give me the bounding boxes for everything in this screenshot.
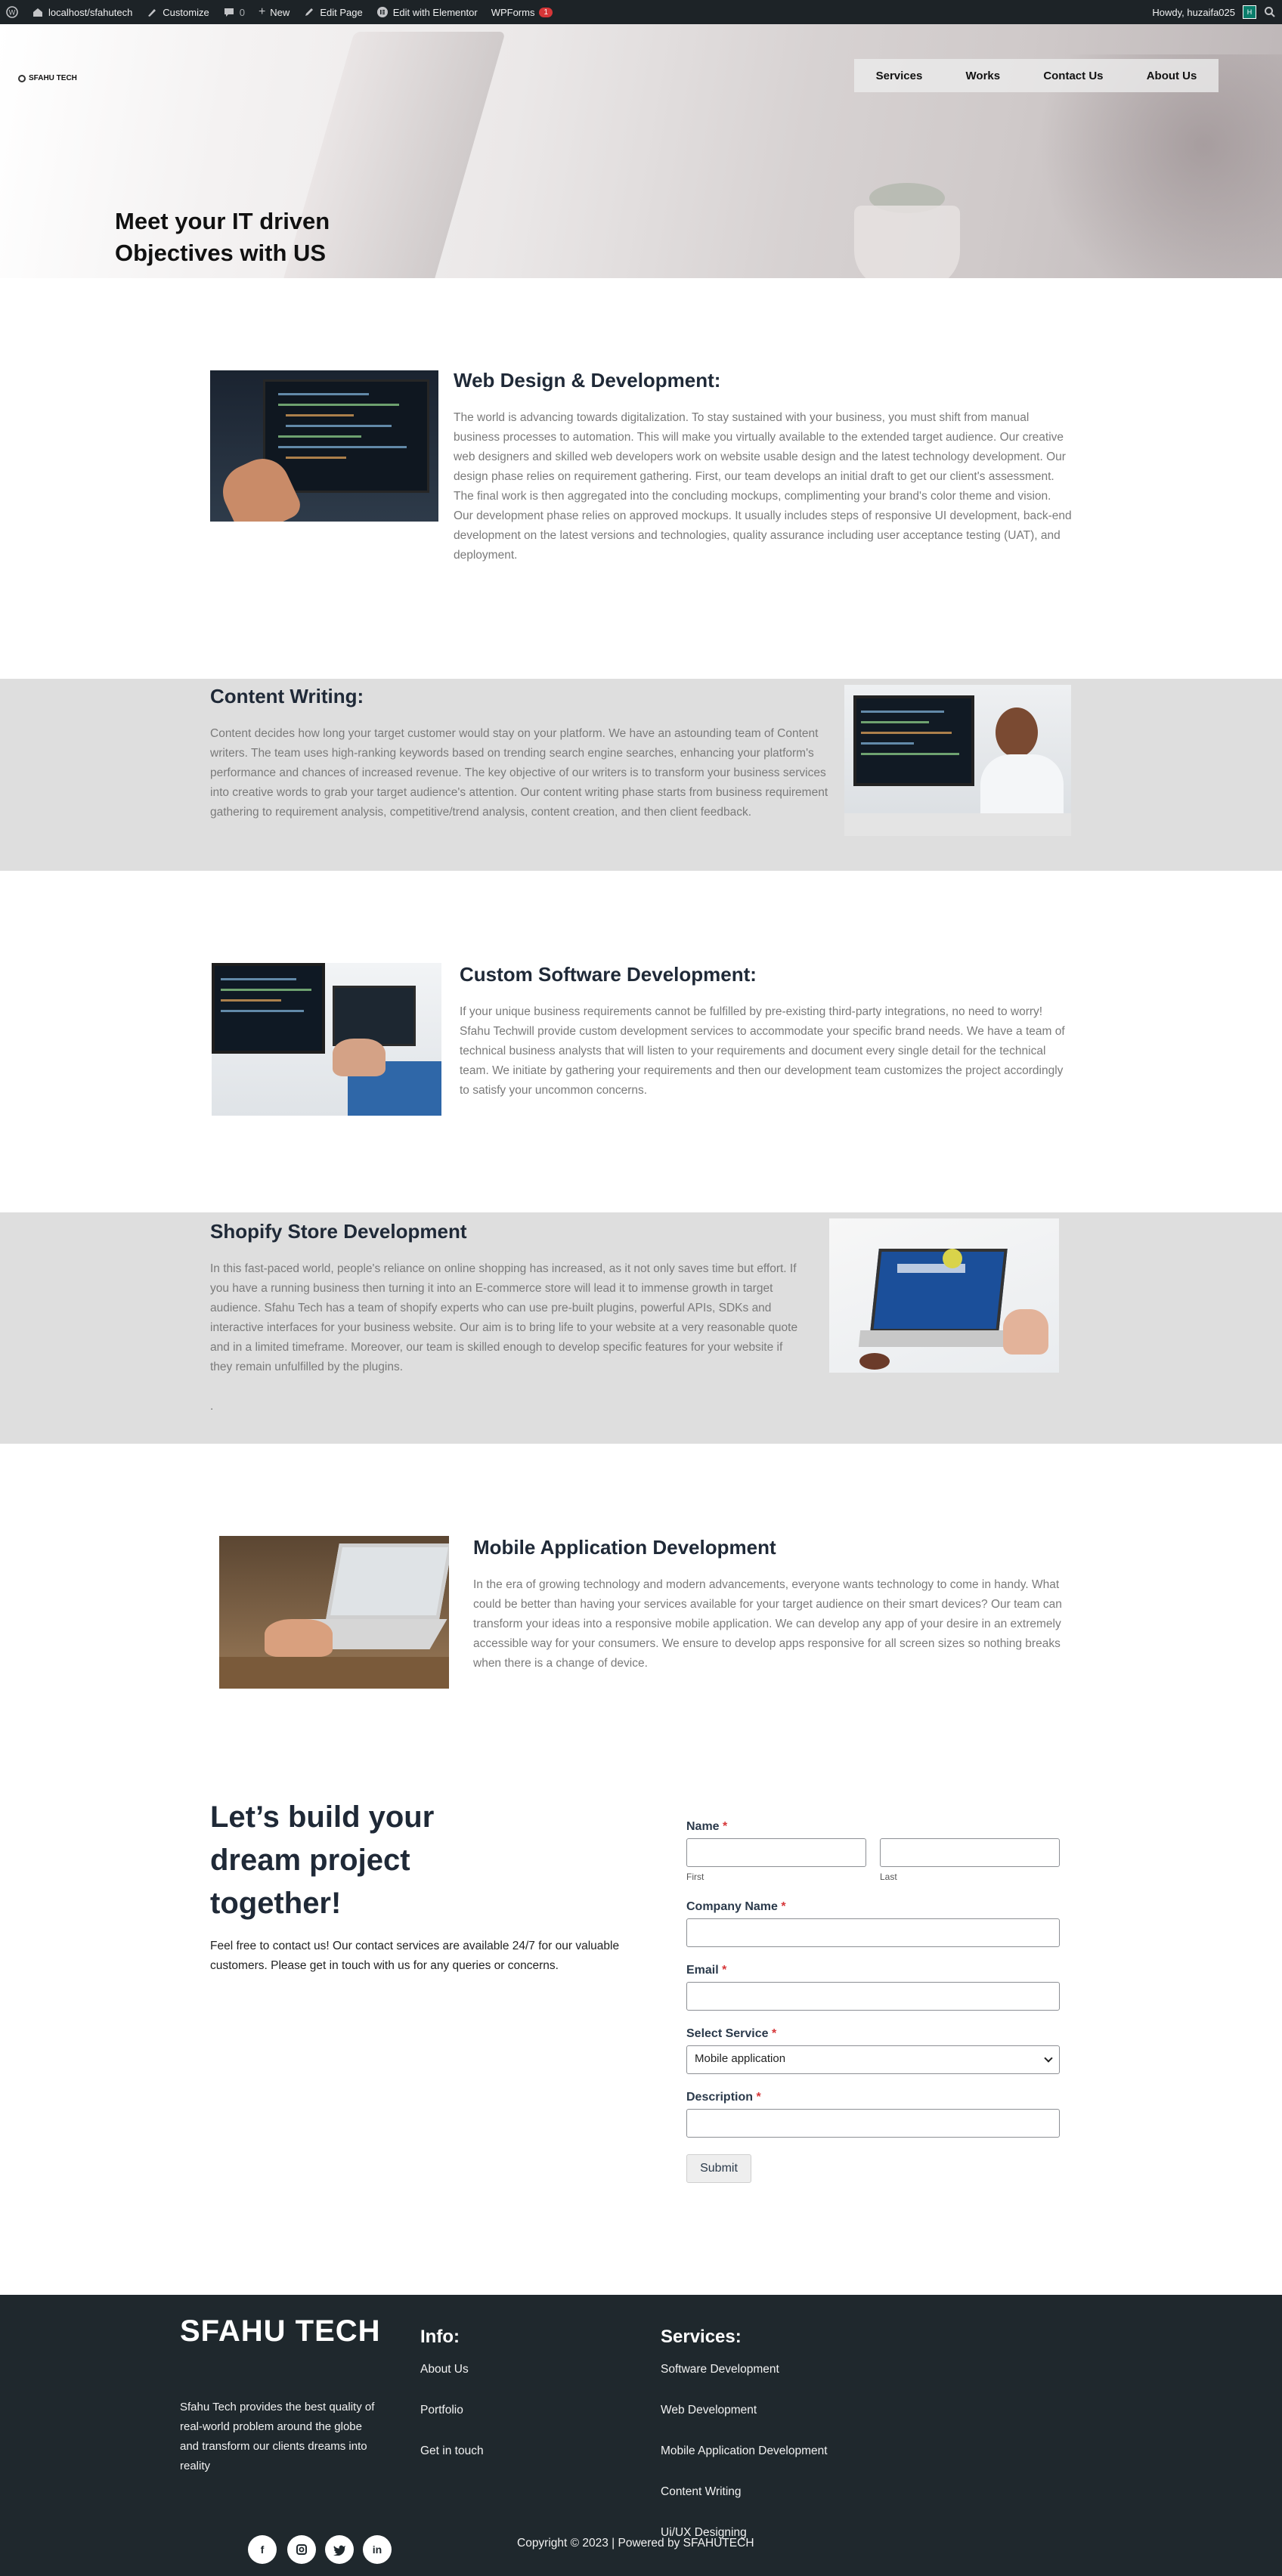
footer-info-heading: Info:: [420, 2327, 460, 2347]
pencil-icon: [305, 8, 314, 16]
plus-icon: +: [258, 5, 266, 18]
nav-about-us[interactable]: About Us: [1147, 70, 1197, 82]
adminbar-customize-label: Customize: [163, 6, 209, 18]
mobile-app-image: [219, 1536, 449, 1689]
adminbar-new-label: New: [270, 6, 290, 18]
footer-service-content[interactable]: Content Writing: [661, 2485, 742, 2499]
adminbar-customize[interactable]: Customize: [146, 6, 209, 18]
adminbar-elementor[interactable]: Edit with Elementor: [376, 6, 478, 18]
name-label: Name *: [686, 1820, 728, 1833]
adminbar-wpforms-label: WPForms: [491, 6, 535, 18]
home-icon: [33, 8, 42, 17]
comment-icon: [224, 8, 234, 17]
description-field[interactable]: [686, 2109, 1060, 2138]
service-text-shopify: In this fast-paced world, people's relia…: [210, 1262, 798, 1373]
service-title-custom-software: Custom Software Development:: [460, 963, 757, 986]
footer-services-heading: Services:: [661, 2327, 742, 2347]
service-title-content-writing: Content Writing:: [210, 685, 364, 707]
logo-icon: [18, 74, 26, 82]
company-label: Company Name *: [686, 1900, 786, 1913]
adminbar-howdy[interactable]: Howdy, huzaifa025: [1152, 7, 1235, 18]
brush-icon: [148, 9, 156, 17]
adminbar-comments[interactable]: 0: [223, 6, 245, 18]
adminbar-elementor-label: Edit with Elementor: [392, 6, 478, 18]
nav-contact-us[interactable]: Contact Us: [1043, 70, 1103, 82]
hero-cup-image: [854, 206, 960, 278]
site-logo[interactable]: SFAHU TECH: [18, 74, 77, 82]
content-writing-image: [844, 685, 1071, 836]
service-text-web-design: The world is advancing towards digitaliz…: [454, 411, 1072, 562]
main-nav: Services Works Contact Us About Us: [854, 59, 1219, 92]
contact-text: Feel free to contact us! Our contact ser…: [210, 1940, 620, 1972]
last-name-field[interactable]: [880, 1838, 1060, 1867]
service-select-label: Select Service *: [686, 2027, 777, 2040]
footer-brand: SFAHU TECH: [180, 2314, 381, 2348]
email-field[interactable]: [686, 1982, 1060, 2011]
service-title-mobile-app: Mobile Application Development: [473, 1536, 776, 1559]
twitter-icon[interactable]: [325, 2535, 354, 2564]
footer-copyright: Copyright © 2023 | Powered by SFAHUTECH: [517, 2537, 754, 2550]
service-text-mobile-app: In the era of growing technology and mod…: [473, 1578, 1062, 1670]
adminbar-new[interactable]: + New: [259, 5, 290, 19]
instagram-icon[interactable]: [287, 2535, 316, 2564]
service-title-web-design: Web Design & Development:: [454, 369, 721, 392]
svg-text:W: W: [9, 10, 16, 17]
footer-service-web[interactable]: Web Development: [661, 2404, 757, 2417]
email-label: Email *: [686, 1964, 727, 1977]
hero-title: Meet your IT driven Objectives with US: [115, 208, 330, 266]
adminbar-edit-page[interactable]: Edit Page: [303, 6, 363, 18]
footer-service-software[interactable]: Software Development: [661, 2363, 779, 2376]
service-select-value: Mobile application: [695, 2052, 786, 2065]
linkedin-icon[interactable]: in: [363, 2535, 392, 2564]
footer-link-portfolio[interactable]: Portfolio: [420, 2404, 463, 2417]
first-name-sublabel: First: [686, 1872, 704, 1882]
wordpress-logo-icon[interactable]: W: [6, 6, 18, 18]
chevron-down-icon: [1044, 2054, 1053, 2063]
service-select[interactable]: Mobile application: [686, 2045, 1060, 2074]
avatar[interactable]: H: [1243, 5, 1256, 19]
shopify-dot: .: [210, 1400, 214, 1413]
service-title-shopify: Shopify Store Development: [210, 1220, 467, 1243]
elementor-icon: [376, 7, 388, 17]
footer-description: Sfahu Tech provides the best quality of …: [180, 2401, 375, 2472]
nav-services[interactable]: Services: [876, 70, 923, 82]
adminbar-comments-count: 0: [239, 6, 245, 18]
site-footer: SFAHU TECH Sfahu Tech provides the best …: [0, 2295, 1282, 2576]
adminbar-site-link[interactable]: localhost/sfahutech: [32, 6, 132, 18]
adminbar-wpforms[interactable]: WPForms 1: [491, 7, 553, 18]
custom-software-image: [212, 963, 441, 1116]
last-name-sublabel: Last: [880, 1872, 897, 1882]
search-icon[interactable]: [1264, 6, 1276, 18]
notification-badge: 1: [539, 7, 553, 17]
wp-admin-bar: W localhost/sfahutech Customize 0 + New …: [0, 0, 1282, 24]
footer-service-mobile[interactable]: Mobile Application Development: [661, 2444, 828, 2458]
footer-link-get-in-touch[interactable]: Get in touch: [420, 2444, 484, 2458]
service-text-custom-software: If your unique business requirements can…: [460, 1005, 1065, 1097]
logo-text: SFAHU TECH: [29, 74, 77, 82]
web-design-image: [210, 370, 438, 522]
adminbar-edit-page-label: Edit Page: [320, 6, 363, 18]
adminbar-site-label: localhost/sfahutech: [48, 6, 133, 18]
submit-button[interactable]: Submit: [686, 2154, 751, 2183]
facebook-icon[interactable]: f: [248, 2535, 277, 2564]
contact-title: Let’s build your dream project together!: [210, 1800, 435, 1920]
shopify-image: [829, 1218, 1059, 1373]
company-field[interactable]: [686, 1918, 1060, 1947]
footer-link-about[interactable]: About Us: [420, 2363, 469, 2376]
description-label: Description *: [686, 2091, 761, 2104]
service-text-content-writing: Content decides how long your target cus…: [210, 727, 828, 819]
first-name-field[interactable]: [686, 1838, 866, 1867]
nav-works[interactable]: Works: [966, 70, 1001, 82]
